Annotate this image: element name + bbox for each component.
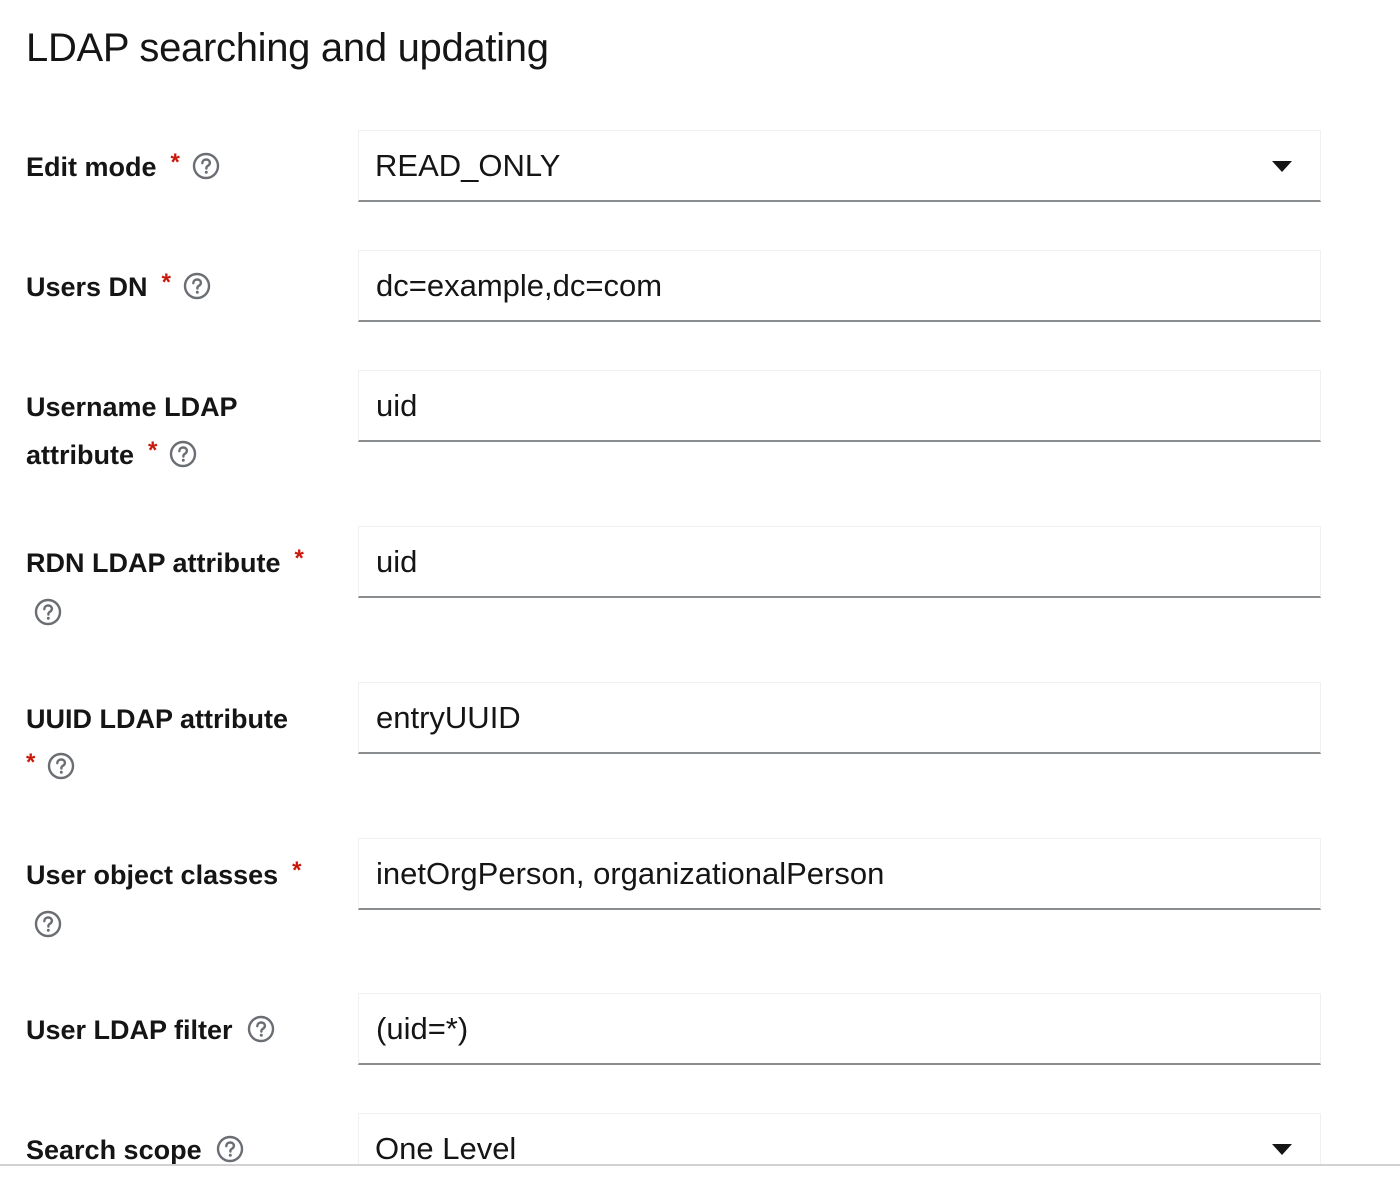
question-circle-icon[interactable] xyxy=(183,272,211,300)
uuid-ldap-attribute-label-text: UUID LDAP attribute xyxy=(26,704,289,734)
required-asterisk: * xyxy=(26,749,36,776)
edit-mode-label: Edit mode * xyxy=(26,143,336,193)
user-ldap-filter-value: (uid=*) xyxy=(376,1011,469,1046)
search-scope-value: One Level xyxy=(375,1131,517,1166)
question-circle-icon[interactable] xyxy=(47,752,75,780)
username-ldap-attribute-label-line1: Username LDAP xyxy=(26,392,238,422)
username-ldap-attribute-label-line2: attribute xyxy=(26,440,134,470)
username-ldap-attribute-label: Username LDAP attribute * xyxy=(26,383,336,481)
divider xyxy=(0,1164,1400,1166)
username-ldap-attribute-value: uid xyxy=(376,388,418,423)
question-circle-icon[interactable] xyxy=(247,1015,275,1043)
uuid-ldap-attribute-input[interactable]: entryUUID xyxy=(358,682,1321,754)
caret-down-icon xyxy=(1272,161,1292,172)
username-ldap-attribute-input[interactable]: uid xyxy=(358,370,1321,442)
caret-down-icon xyxy=(1272,1144,1292,1155)
question-circle-icon[interactable] xyxy=(34,598,62,626)
user-object-classes-value: inetOrgPerson, organizationalPerson xyxy=(376,856,885,891)
users-dn-label-text: Users DN xyxy=(26,272,148,302)
required-asterisk: * xyxy=(170,149,180,176)
required-asterisk: * xyxy=(148,437,158,464)
viewport-clip xyxy=(0,1166,1400,1184)
edit-mode-label-text: Edit mode xyxy=(26,152,157,182)
search-scope-label-text: Search scope xyxy=(26,1135,202,1165)
edit-mode-select[interactable]: READ_ONLY xyxy=(358,130,1321,202)
section-title: LDAP searching and updating xyxy=(26,26,549,70)
edit-mode-value: READ_ONLY xyxy=(375,148,561,183)
ldap-settings-page: LDAP searching and updating Edit mode * R… xyxy=(0,0,1400,1184)
users-dn-input[interactable]: dc=example,dc=com xyxy=(358,250,1321,322)
user-ldap-filter-label-text: User LDAP filter xyxy=(26,1015,233,1045)
users-dn-value: dc=example,dc=com xyxy=(376,268,663,303)
user-ldap-filter-label: User LDAP filter xyxy=(26,1006,336,1054)
question-circle-icon[interactable] xyxy=(216,1135,244,1163)
required-asterisk: * xyxy=(161,269,171,296)
rdn-ldap-attribute-input[interactable]: uid xyxy=(358,526,1321,598)
uuid-ldap-attribute-label: UUID LDAP attribute * xyxy=(26,695,336,793)
user-object-classes-label-text: User object classes xyxy=(26,860,279,890)
rdn-ldap-attribute-label: RDN LDAP attribute * xyxy=(26,539,336,637)
question-circle-icon[interactable] xyxy=(34,910,62,938)
user-object-classes-input[interactable]: inetOrgPerson, organizationalPerson xyxy=(358,838,1321,910)
question-circle-icon[interactable] xyxy=(192,152,220,180)
required-asterisk: * xyxy=(294,545,304,572)
uuid-ldap-attribute-value: entryUUID xyxy=(376,700,521,735)
user-ldap-filter-input[interactable]: (uid=*) xyxy=(358,993,1321,1065)
rdn-ldap-attribute-value: uid xyxy=(376,544,418,579)
rdn-ldap-attribute-label-text: RDN LDAP attribute xyxy=(26,548,281,578)
user-object-classes-label: User object classes * xyxy=(26,851,336,949)
required-asterisk: * xyxy=(292,857,302,884)
users-dn-label: Users DN * xyxy=(26,263,336,313)
question-circle-icon[interactable] xyxy=(169,440,197,468)
